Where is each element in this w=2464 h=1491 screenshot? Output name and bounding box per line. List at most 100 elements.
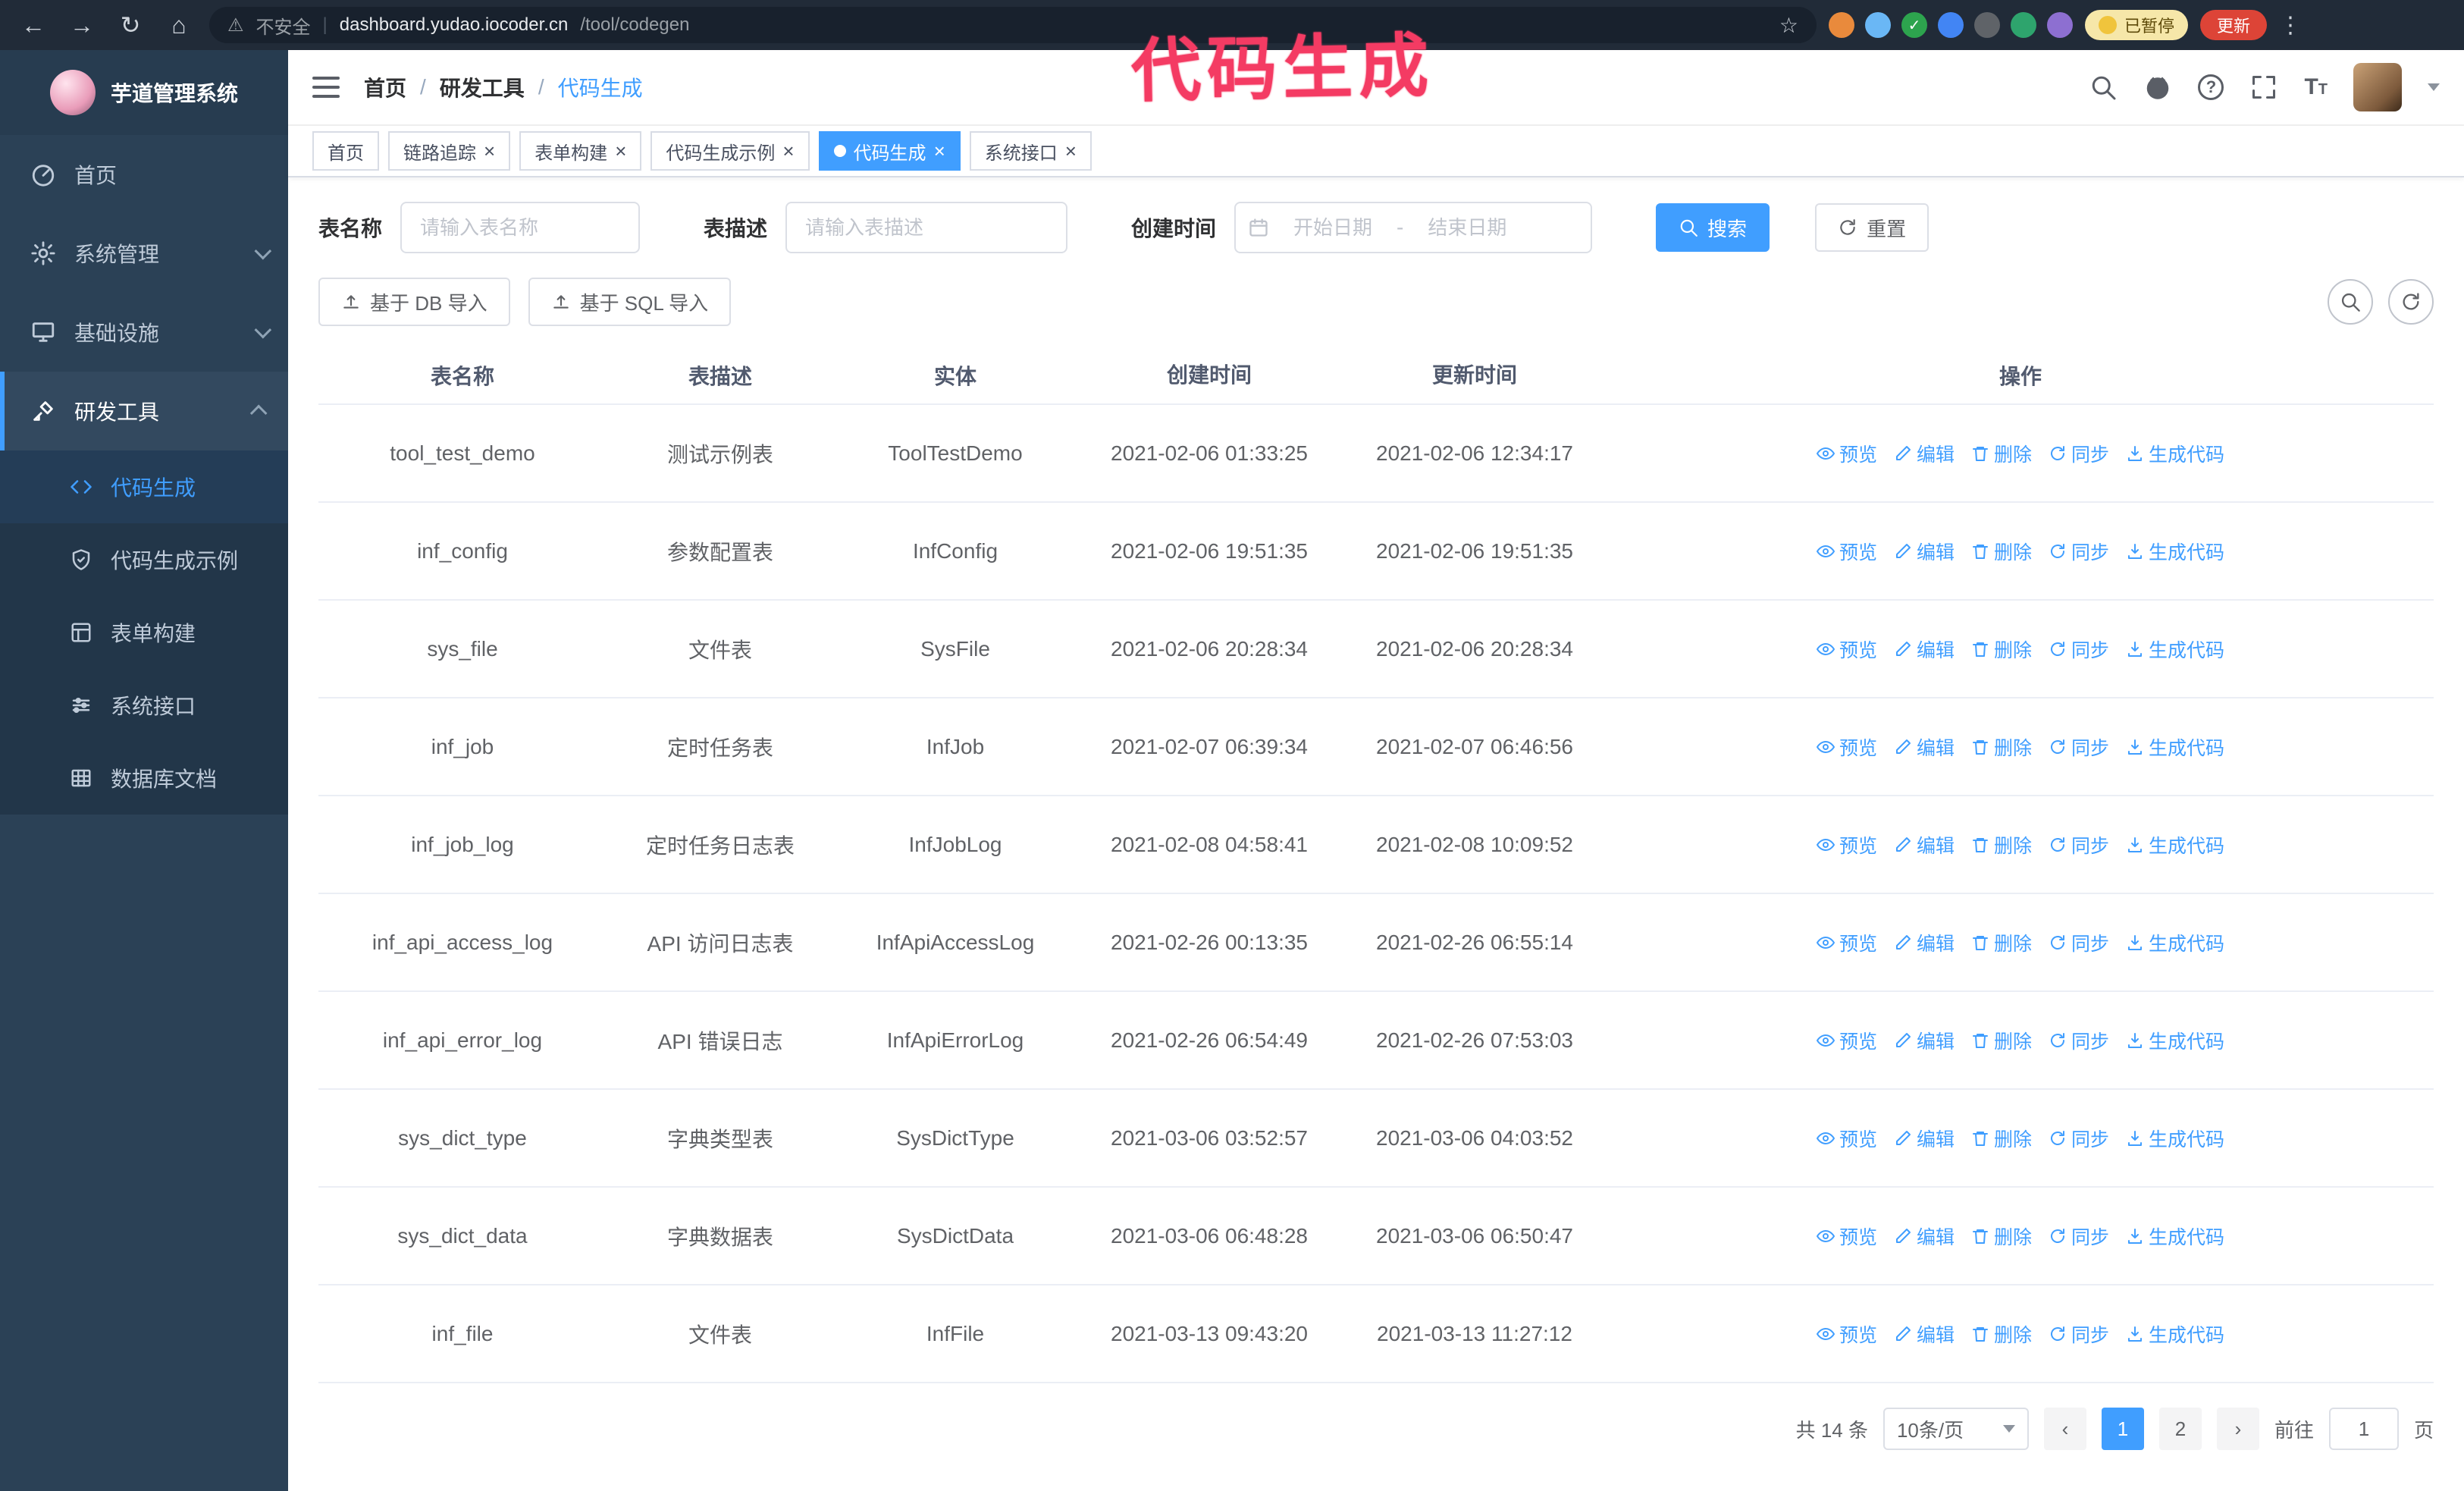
delete-link[interactable]: 删除 [1971,1027,2032,1054]
edit-link[interactable]: 编辑 [1894,1223,1955,1250]
hamburger-icon[interactable] [312,77,340,98]
delete-link[interactable]: 删除 [1971,1320,2032,1348]
delete-link[interactable]: 删除 [1971,929,2032,956]
tab[interactable]: 代码生成示例 × [650,131,810,171]
next-page-button[interactable]: › [2216,1408,2259,1450]
preview-link[interactable]: 预览 [1816,929,1877,956]
sidebar-item-form-builder[interactable]: 表单构建 [0,596,288,669]
preview-link[interactable]: 预览 [1816,831,1877,859]
prev-page-button[interactable]: ‹ [2043,1408,2086,1450]
generate-code-link[interactable]: 生成代码 [2126,538,2224,565]
edit-link[interactable]: 编辑 [1894,1125,1955,1152]
sync-link[interactable]: 同步 [2049,929,2109,956]
page-button-2[interactable]: 2 [2158,1408,2202,1450]
extension-icon[interactable] [1829,12,1854,38]
help-icon[interactable]: ? [2198,74,2224,100]
browser-forward-button[interactable]: → [64,7,100,43]
browser-menu-icon[interactable]: ⋮ [2279,12,2302,39]
table-desc-input[interactable] [785,202,1068,253]
date-range-picker[interactable]: - [1234,202,1593,253]
import-db-button[interactable]: 基于 DB 导入 [318,278,510,326]
sync-link[interactable]: 同步 [2049,636,2109,663]
toggle-search-button[interactable] [2328,279,2373,325]
close-icon[interactable]: × [934,141,945,161]
sync-link[interactable]: 同步 [2049,831,2109,859]
delete-link[interactable]: 删除 [1971,1223,2032,1250]
browser-reload-button[interactable]: ↻ [112,7,149,43]
fullscreen-icon[interactable] [2249,73,2278,102]
tab[interactable]: 代码生成 × [818,131,961,171]
bookmark-star-icon[interactable]: ☆ [1779,13,1798,38]
breadcrumb-home[interactable]: 首页 [364,72,406,102]
extension-icon[interactable]: ✓ [1901,12,1927,38]
close-icon[interactable]: × [782,141,794,161]
generate-code-link[interactable]: 生成代码 [2126,440,2224,467]
sync-link[interactable]: 同步 [2049,1125,2109,1152]
delete-link[interactable]: 删除 [1971,831,2032,859]
sidebar-item-infrastructure[interactable]: 基础设施 [0,293,288,372]
puzzle-extensions-icon[interactable] [2047,12,2073,38]
sync-link[interactable]: 同步 [2049,1027,2109,1054]
search-icon[interactable] [2089,73,2118,102]
edit-link[interactable]: 编辑 [1894,733,1955,761]
generate-code-link[interactable]: 生成代码 [2126,929,2224,956]
avatar[interactable] [2353,63,2402,111]
tab[interactable]: 表单构建 × [519,131,642,171]
extension-icon[interactable] [1938,12,1964,38]
reset-button[interactable]: 重置 [1815,203,1930,252]
update-button[interactable]: 更新 [2200,10,2268,40]
preview-link[interactable]: 预览 [1816,1125,1877,1152]
extension-icon[interactable] [1974,12,2000,38]
close-icon[interactable]: × [1065,141,1077,161]
preview-link[interactable]: 预览 [1816,636,1877,663]
refresh-table-button[interactable] [2388,279,2434,325]
delete-link[interactable]: 删除 [1971,538,2032,565]
sync-link[interactable]: 同步 [2049,733,2109,761]
sidebar-item-codegen[interactable]: 代码生成 [0,450,288,523]
caret-down-icon[interactable] [2428,83,2440,91]
edit-link[interactable]: 编辑 [1894,831,1955,859]
edit-link[interactable]: 编辑 [1894,929,1955,956]
page-size-select[interactable]: 10条/页 [1882,1408,2029,1450]
preview-link[interactable]: 预览 [1816,1027,1877,1054]
preview-link[interactable]: 预览 [1816,1223,1877,1250]
browser-home-button[interactable]: ⌂ [161,7,197,43]
end-date-input[interactable] [1412,215,1522,240]
sync-link[interactable]: 同步 [2049,1223,2109,1250]
sidebar-item-codegen-example[interactable]: 代码生成示例 [0,523,288,596]
sync-link[interactable]: 同步 [2049,1320,2109,1348]
extension-icon[interactable] [2011,12,2036,38]
generate-code-link[interactable]: 生成代码 [2126,1223,2224,1250]
delete-link[interactable]: 删除 [1971,440,2032,467]
delete-link[interactable]: 删除 [1971,1125,2032,1152]
tab[interactable]: 首页 × [312,131,379,171]
preview-link[interactable]: 预览 [1816,1320,1877,1348]
preview-link[interactable]: 预览 [1816,733,1877,761]
tab[interactable]: 链路追踪 × [388,131,511,171]
generate-code-link[interactable]: 生成代码 [2126,831,2224,859]
font-size-icon[interactable]: TT [2304,74,2328,100]
sidebar-item-system[interactable]: 系统管理 [0,214,288,293]
browser-back-button[interactable]: ← [15,7,52,43]
sync-link[interactable]: 同步 [2049,440,2109,467]
preview-link[interactable]: 预览 [1816,538,1877,565]
search-button[interactable]: 搜索 [1656,203,1770,252]
sidebar-logo[interactable]: 芋道管理系统 [0,50,288,135]
breadcrumb-dev-tools[interactable]: 研发工具 [440,72,525,102]
sidebar-item-db-docs[interactable]: 数据库文档 [0,742,288,815]
goto-page-input[interactable] [2328,1408,2399,1450]
table-name-input[interactable] [400,202,641,253]
sidebar-item-home[interactable]: 首页 [0,135,288,214]
paused-badge[interactable]: 已暂停 [2085,10,2189,40]
edit-link[interactable]: 编辑 [1894,636,1955,663]
sidebar-item-system-api[interactable]: 系统接口 [0,669,288,742]
edit-link[interactable]: 编辑 [1894,1320,1955,1348]
sidebar-item-dev-tools[interactable]: 研发工具 [0,372,288,450]
generate-code-link[interactable]: 生成代码 [2126,1027,2224,1054]
generate-code-link[interactable]: 生成代码 [2126,1125,2224,1152]
generate-code-link[interactable]: 生成代码 [2126,636,2224,663]
close-icon[interactable]: × [615,141,626,161]
page-button-1[interactable]: 1 [2101,1408,2144,1450]
address-bar[interactable]: ⚠ 不安全 | dashboard.yudao.iocoder.cn/tool/… [209,7,1817,43]
import-sql-button[interactable]: 基于 SQL 导入 [528,278,732,326]
